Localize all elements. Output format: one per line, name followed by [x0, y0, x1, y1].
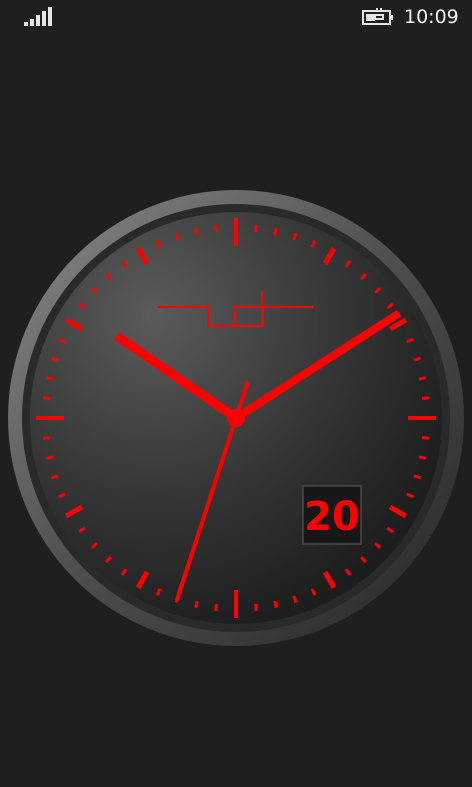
- minute-tick: [254, 603, 258, 612]
- center-hub: [227, 409, 245, 427]
- date-window: 20: [302, 485, 362, 545]
- analog-clock: 20: [0, 180, 472, 660]
- minute-tick: [214, 603, 218, 612]
- minute-tick: [421, 396, 430, 400]
- minute-tick: [292, 233, 298, 241]
- minute-tick: [413, 474, 421, 480]
- minute-tick: [273, 227, 278, 236]
- minute-tick: [42, 396, 51, 400]
- minute-tick: [45, 455, 54, 460]
- minute-tick: [254, 224, 258, 233]
- battery-charging-icon: [362, 8, 393, 25]
- date-day: 20: [304, 494, 360, 540]
- minute-tick: [273, 600, 278, 609]
- minute-tick: [42, 436, 51, 440]
- minute-tick: [413, 356, 421, 362]
- minute-tick: [418, 376, 427, 381]
- minute-tick: [418, 455, 427, 460]
- minute-tick: [421, 436, 430, 440]
- status-bar: 10:09: [0, 0, 472, 34]
- minute-tick: [51, 356, 59, 362]
- minute-tick: [214, 224, 218, 233]
- minute-tick: [51, 474, 59, 480]
- minute-tick: [174, 233, 180, 241]
- clock-svg: 20: [8, 190, 464, 646]
- minute-tick: [45, 376, 54, 381]
- status-time: 10:09: [404, 6, 459, 28]
- minute-tick: [194, 600, 199, 609]
- minute-tick: [194, 227, 199, 236]
- minute-tick: [292, 595, 298, 603]
- signal-strength-icon: [24, 7, 52, 26]
